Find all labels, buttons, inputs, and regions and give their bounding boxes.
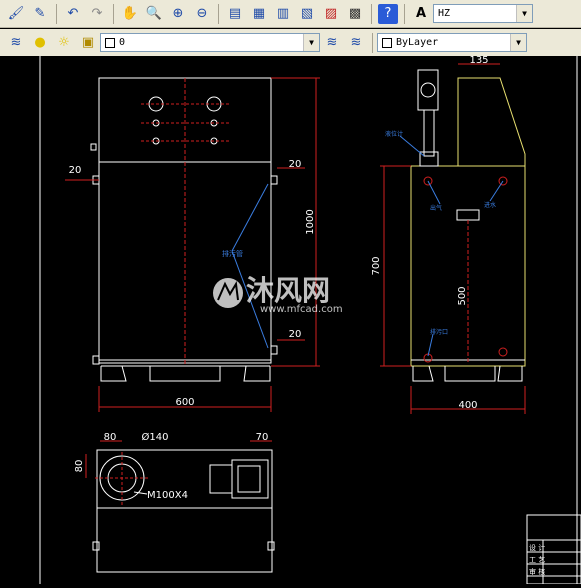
zoom-previous-icon[interactable]: ⊖ — [192, 4, 212, 24]
separator — [218, 3, 219, 24]
dim-front-height: 1000 — [305, 209, 316, 234]
front-dimensions: 600 1000 20 20 20 — [65, 77, 320, 412]
zoom-window-icon[interactable]: ⊕ — [168, 4, 188, 24]
chevron-down-icon[interactable]: ▼ — [510, 34, 526, 51]
dim-front-right-top-20: 20 — [289, 159, 302, 170]
lightbulb-icon[interactable]: ● — [30, 33, 50, 53]
pan-icon[interactable]: ✋ — [120, 4, 140, 24]
top-dimensions: 80 Ø140 70 80 — [74, 431, 272, 478]
dim-side-top: 135 — [469, 56, 488, 66]
cad-drawing: 排污管 600 1000 20 20 20 液位计 出气 进水 排污口 135 … — [39, 55, 581, 585]
watermark-url: www.mfcad.com — [260, 304, 343, 315]
calculator-icon[interactable]: ▩ — [345, 4, 365, 24]
drawing-canvas[interactable]: 排污管 600 1000 20 20 20 液位计 出气 进水 排污口 135 … — [0, 55, 581, 585]
sun-icon[interactable]: ☼ — [54, 33, 74, 53]
dim-side-inner: 500 — [457, 286, 468, 305]
text-style-select[interactable]: HZ ▼ — [433, 4, 533, 23]
watermark-cn: 沐风网 — [246, 274, 330, 307]
chevron-down-icon[interactable]: ▼ — [516, 5, 532, 22]
separator — [113, 3, 114, 24]
markup-icon[interactable]: ▨ — [321, 4, 341, 24]
dim-top-70: 70 — [256, 432, 269, 443]
zoom-realtime-icon[interactable]: 🔍 — [144, 4, 164, 24]
color-swatch — [382, 37, 392, 48]
side-note-2: 出气 — [430, 204, 442, 212]
help-icon[interactable]: ? — [378, 3, 398, 24]
dim-top-dia: Ø140 — [142, 431, 169, 443]
separator — [371, 3, 372, 24]
dim-top-80-v: 80 — [74, 460, 85, 473]
make-current-layer-icon[interactable]: ≋ — [322, 33, 342, 53]
text-style-value: HZ — [438, 8, 451, 19]
lock-icon[interactable]: ▣ — [78, 33, 98, 53]
dim-side-width: 400 — [458, 400, 477, 411]
title-block-row: 审 核 — [529, 567, 545, 576]
color-value: ByLayer — [396, 37, 439, 48]
layer-color-swatch — [105, 37, 115, 48]
text-style-icon[interactable]: A — [411, 4, 431, 24]
dim-top-80-h: 80 — [104, 432, 117, 443]
separator — [372, 32, 373, 53]
dim-front-right-bottom-20: 20 — [289, 329, 302, 340]
layer-value: 0 — [119, 37, 126, 48]
brush-icon[interactable]: 🖌 — [6, 4, 26, 24]
dim-top-bolt: M100X4 — [147, 490, 188, 501]
layer-manager-icon[interactable]: ≋ — [6, 33, 26, 53]
top-view: M100X4 — [92, 449, 275, 573]
layer-previous-icon[interactable]: ≋ — [346, 33, 366, 53]
standard-toolbar: 🖌 ✎ ↶ ↷ ✋ 🔍 ⊕ ⊖ ▤ ▦ ▥ ▧ ▨ ▩ ? A HZ ▼ — [0, 0, 581, 28]
front-view: 排污管 — [90, 77, 278, 382]
design-center-icon[interactable]: ▦ — [249, 4, 269, 24]
front-note-label: 排污管 — [222, 249, 243, 258]
dim-front-left-20: 20 — [69, 165, 82, 176]
properties-icon[interactable]: ▤ — [225, 4, 245, 24]
title-block-row: 工 艺 — [529, 556, 545, 564]
layers-toolbar: ≋ ● ☼ ▣ 0 ▼ ≋ ≋ ByLayer ▼ — [0, 29, 581, 57]
watermark-logo — [213, 278, 243, 308]
undo-icon[interactable]: ↶ — [63, 4, 83, 24]
title-block: 设 计 工 艺 审 核 — [526, 514, 581, 585]
separator — [56, 3, 57, 24]
match-properties-icon[interactable]: ✎ — [30, 4, 50, 24]
layer-select[interactable]: 0 ▼ — [100, 33, 320, 52]
side-note-1: 液位计 — [385, 130, 403, 138]
dim-side-height: 700 — [371, 256, 382, 275]
dim-front-width: 600 — [175, 397, 194, 408]
side-note-4: 排污口 — [430, 328, 448, 336]
side-view: 液位计 出气 进水 排污口 — [385, 69, 526, 382]
redo-icon[interactable]: ↷ — [87, 4, 107, 24]
tool-palettes-icon[interactable]: ▥ — [273, 4, 293, 24]
watermark: 沐风网 www.mfcad.com — [213, 274, 343, 315]
sheet-set-icon[interactable]: ▧ — [297, 4, 317, 24]
chevron-down-icon[interactable]: ▼ — [303, 34, 319, 51]
title-block-row: 设 计 — [529, 543, 545, 552]
side-note-3: 进水 — [484, 201, 496, 209]
separator — [404, 3, 405, 24]
color-select[interactable]: ByLayer ▼ — [377, 33, 527, 52]
